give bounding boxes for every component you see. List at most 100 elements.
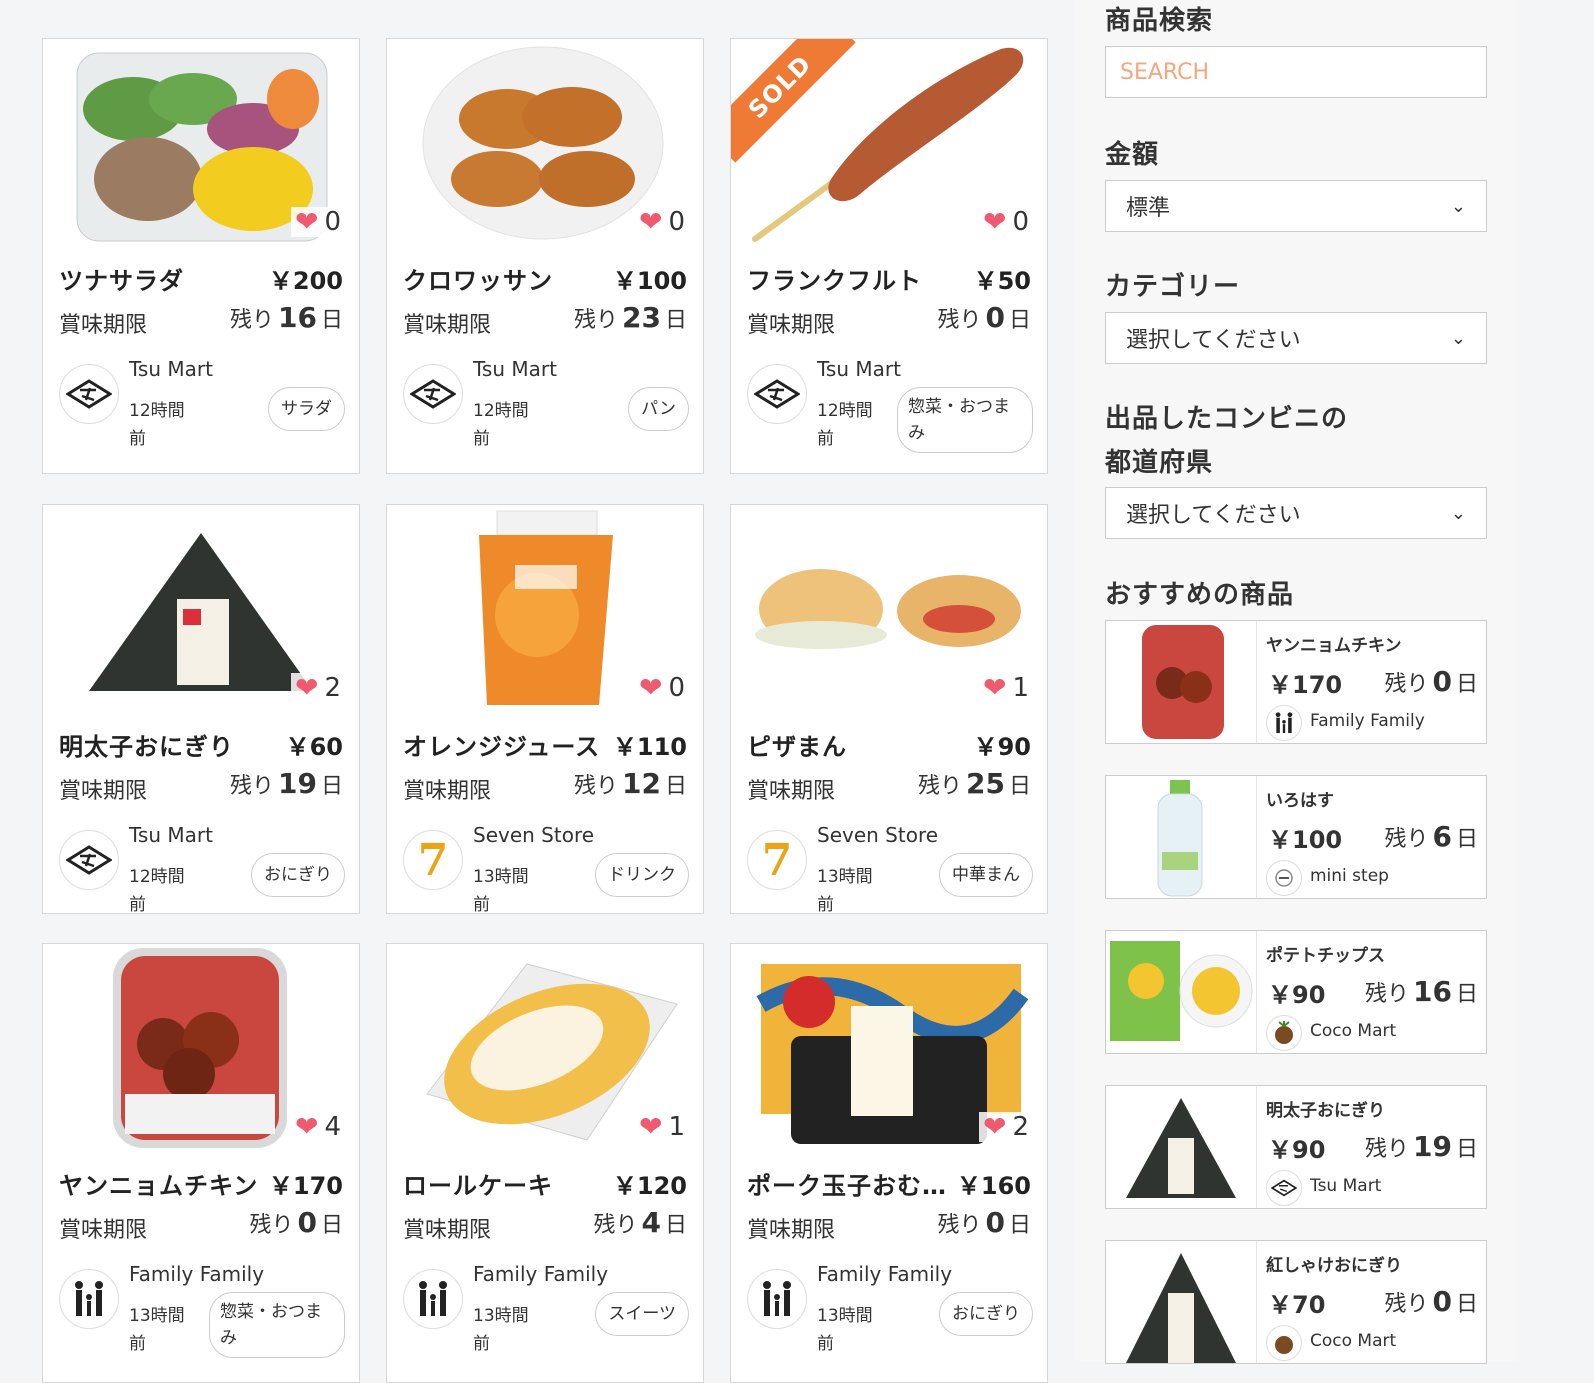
heart-icon[interactable]: ❤ xyxy=(983,674,1006,702)
price-title: 金額 xyxy=(1105,140,1160,170)
rec-price: ￥90 xyxy=(1268,1136,1326,1164)
recommended-title: おすすめの商品 xyxy=(1105,580,1295,610)
product-image-croissant[interactable]: ❤ 0 xyxy=(387,39,703,245)
search-input[interactable] xyxy=(1105,46,1487,98)
heart-icon[interactable]: ❤ xyxy=(639,208,662,236)
category-select[interactable]: 選択してください ⌄ xyxy=(1105,312,1487,364)
product-name[interactable]: ピザまん xyxy=(747,727,847,762)
heart-icon[interactable]: ❤ xyxy=(295,208,318,236)
rec-remaining: 残り 0 日 xyxy=(1384,1285,1478,1318)
product-name[interactable]: ロールケーキ xyxy=(403,1166,553,1201)
seven-store-logo-icon[interactable]: 7 xyxy=(403,830,463,890)
posted-time: 12時間前 xyxy=(817,401,873,449)
like-counter[interactable]: ❤ 1 xyxy=(634,1112,689,1142)
product-name[interactable]: ツナサラダ xyxy=(59,261,184,296)
mini-step-logo-icon xyxy=(1266,860,1302,896)
family-logo-icon[interactable] xyxy=(403,1269,463,1329)
product-image-orange-juice[interactable]: ❤ 0 xyxy=(387,505,703,711)
like-counter[interactable]: ❤ 0 xyxy=(634,207,689,237)
recommended-item[interactable]: ヤンニョムチキン ￥170 残り 0 日 Family Family xyxy=(1105,620,1487,744)
product-name[interactable]: ポーク玉子おむす... xyxy=(747,1166,957,1201)
like-counter[interactable]: ❤ 4 xyxy=(290,1112,345,1142)
product-image-tuna-salad[interactable]: ❤ 0 xyxy=(43,39,359,245)
product-card[interactable]: ❤ 1 ロールケーキ ￥120 賞味期限 残り 4 日 Family Family 1… xyxy=(386,943,704,1383)
category-tag[interactable]: スイーツ xyxy=(595,1292,689,1336)
recommended-item[interactable]: 紅しゃけおにぎり ￥70 残り 0 日 Coco Mart xyxy=(1105,1240,1487,1364)
store-name: Tsu Mart xyxy=(129,823,213,847)
category-tag[interactable]: おにぎり xyxy=(251,853,345,897)
product-name[interactable]: ヤンニョムチキン xyxy=(59,1166,258,1201)
product-price: ￥160 xyxy=(956,1172,1031,1200)
recommended-item[interactable]: ポテトチップス ￥90 残り 16 日 Coco Mart xyxy=(1105,930,1487,1054)
rec-price: ￥70 xyxy=(1268,1291,1326,1319)
rec-image-salmon-onigiri xyxy=(1106,1241,1257,1363)
tsu-mart-logo-icon[interactable] xyxy=(403,364,463,424)
expiry-remaining: 残り 19 日 xyxy=(230,767,343,800)
category-tag[interactable]: パン xyxy=(628,387,689,431)
rec-store: Family Family xyxy=(1310,711,1425,731)
tsu-mart-logo-icon[interactable] xyxy=(59,830,119,890)
category-tag[interactable]: 惣菜・おつまみ xyxy=(897,387,1033,453)
product-card[interactable]: ❤ 2 明太子おにぎり ￥60 賞味期限 残り 19 日 Tsu Mart 12時間前… xyxy=(42,504,360,914)
like-counter[interactable]: ❤ 2 xyxy=(290,673,345,703)
heart-icon[interactable]: ❤ xyxy=(295,1113,318,1141)
category-tag[interactable]: おにぎり xyxy=(939,1292,1033,1336)
product-image-pizza-bun[interactable]: ❤ 1 xyxy=(731,505,1047,711)
price-select[interactable]: 標準 ⌄ xyxy=(1105,180,1487,232)
product-card[interactable]: ❤ 0 ツナサラダ ￥200 賞味期限 残り 16 日 Tsu Mart 12時間前 … xyxy=(42,38,360,474)
product-image-frankfurt[interactable]: SOLD ❤ 0 xyxy=(731,39,1047,245)
store-name: Tsu Mart xyxy=(129,357,213,381)
product-price: ￥100 xyxy=(612,267,687,295)
product-card[interactable]: SOLD ❤ 0 フランクフルト ￥50 賞味期限 残り 0 日 Tsu Mart 1… xyxy=(730,38,1048,474)
product-image-pork-egg-onigiri[interactable]: ❤ 2 xyxy=(731,944,1047,1150)
like-counter[interactable]: ❤ 0 xyxy=(634,673,689,703)
expiry-remaining: 残り 12 日 xyxy=(574,767,687,800)
rec-name[interactable]: ヤンニョムチキン xyxy=(1266,631,1402,656)
product-image-roll-cake[interactable]: ❤ 1 xyxy=(387,944,703,1150)
store-name: Family Family xyxy=(473,1262,609,1286)
product-name[interactable]: オレンジジュース xyxy=(403,727,600,762)
like-counter[interactable]: ❤ 0 xyxy=(290,207,345,237)
family-logo-icon[interactable] xyxy=(59,1269,119,1329)
product-name[interactable]: クロワッサン xyxy=(403,261,553,296)
product-image-yangnyeom-chicken[interactable]: ❤ 4 xyxy=(43,944,359,1150)
heart-icon[interactable]: ❤ xyxy=(295,674,318,702)
rec-name[interactable]: 紅しゃけおにぎり xyxy=(1266,1251,1402,1276)
product-card[interactable]: ❤ 0 クロワッサン ￥100 賞味期限 残り 23 日 Tsu Mart 12時間前… xyxy=(386,38,704,474)
product-card[interactable]: ❤ 1 ピザまん ￥90 賞味期限 残り 25 日 7 Seven Store 13時… xyxy=(730,504,1048,914)
product-name[interactable]: フランクフルト xyxy=(747,261,922,296)
rec-name[interactable]: ポテトチップス xyxy=(1266,941,1385,966)
rec-name[interactable]: 明太子おにぎり xyxy=(1266,1096,1385,1121)
product-card[interactable]: ❤ 2 ポーク玉子おむす... ￥160 賞味期限 残り 0 日 Family Fam… xyxy=(730,943,1048,1383)
tsu-mart-logo-icon[interactable] xyxy=(59,364,119,424)
prefecture-select[interactable]: 選択してください ⌄ xyxy=(1105,487,1487,539)
expiry-remaining: 残り 25 日 xyxy=(918,767,1031,800)
family-logo-icon[interactable] xyxy=(747,1269,807,1329)
category-tag[interactable]: 惣菜・おつまみ xyxy=(209,1292,345,1358)
like-counter[interactable]: ❤ 2 xyxy=(978,1112,1033,1142)
category-tag[interactable]: ドリンク xyxy=(595,853,689,897)
heart-icon[interactable]: ❤ xyxy=(983,1113,1006,1141)
heart-icon[interactable]: ❤ xyxy=(639,1113,662,1141)
expiry-label: 賞味期限 xyxy=(403,779,492,804)
like-counter[interactable]: ❤ 1 xyxy=(978,673,1033,703)
rec-name[interactable]: いろはす xyxy=(1266,786,1334,811)
like-counter[interactable]: ❤ 0 xyxy=(978,207,1033,237)
heart-icon[interactable]: ❤ xyxy=(639,674,662,702)
expiry-label: 賞味期限 xyxy=(403,1218,492,1243)
recommended-item[interactable]: 明太子おにぎり ￥90 残り 19 日 Tsu Mart xyxy=(1105,1085,1487,1209)
product-card[interactable]: ❤ 4 ヤンニョムチキン ￥170 賞味期限 残り 0 日 Family Family… xyxy=(42,943,360,1383)
category-tag[interactable]: 中華まん xyxy=(939,853,1033,897)
product-image-onigiri[interactable]: ❤ 2 xyxy=(43,505,359,711)
tsu-mart-logo-icon[interactable] xyxy=(747,364,807,424)
product-card[interactable]: ❤ 0 オレンジジュース ￥110 賞味期限 残り 12 日 7 Seven Stor… xyxy=(386,504,704,914)
chevron-down-icon: ⌄ xyxy=(1450,195,1466,217)
product-name[interactable]: 明太子おにぎり xyxy=(59,727,234,762)
category-tag[interactable]: サラダ xyxy=(268,387,345,431)
recommended-item[interactable]: いろはす ￥100 残り 6 日 mini step xyxy=(1105,775,1487,899)
product-price: ￥60 xyxy=(285,733,343,761)
seven-store-logo-icon[interactable]: 7 xyxy=(747,830,807,890)
posted-time: 13時間前 xyxy=(817,867,873,914)
product-price: ￥90 xyxy=(973,733,1031,761)
heart-icon[interactable]: ❤ xyxy=(983,208,1006,236)
